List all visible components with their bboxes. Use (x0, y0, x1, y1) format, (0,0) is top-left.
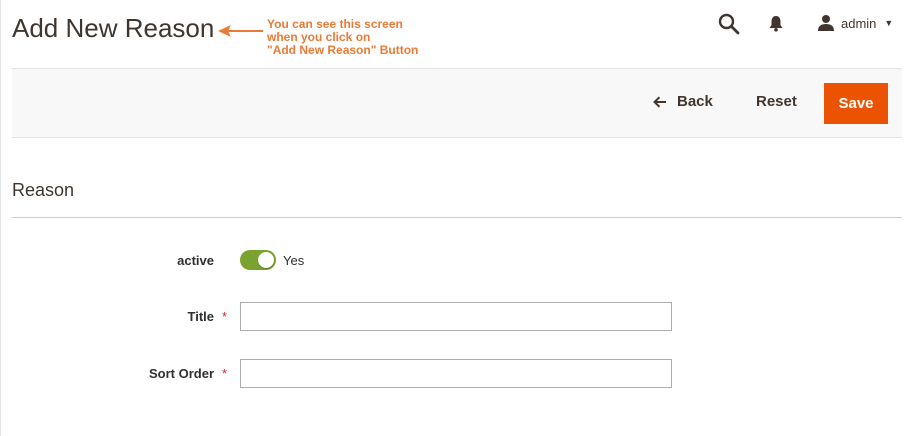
page-left-border (0, 0, 1, 436)
back-button-label: Back (677, 93, 713, 110)
title-label: Title (187, 309, 215, 324)
page-title: Add New Reason (12, 13, 215, 43)
active-state-text: Yes (283, 253, 305, 268)
account-name: admin (841, 15, 877, 31)
back-button[interactable]: Back (653, 93, 713, 110)
sort-order-label: Sort Order (148, 366, 214, 381)
toggle-knob (258, 252, 274, 268)
title-input[interactable] (240, 302, 672, 331)
required-mark: * (222, 309, 228, 324)
caret-down-icon: ▼ (884, 18, 894, 28)
page-actions-bar: Back Reset Save (12, 68, 902, 138)
annotation-line: "Add New Reason" Button (267, 43, 419, 57)
annotation-text: You can see this screen when you click o… (267, 18, 467, 57)
section-divider (12, 217, 902, 218)
reset-button[interactable]: Reset (756, 93, 797, 110)
section-title: Reason (12, 180, 75, 200)
account-menu[interactable]: admin ▼ (817, 14, 893, 32)
save-button[interactable]: Save (824, 83, 888, 124)
arrow-left-icon (653, 95, 666, 108)
bell-icon[interactable] (769, 15, 783, 32)
user-icon (818, 15, 834, 31)
search-icon[interactable] (718, 13, 740, 35)
sort-order-input[interactable] (240, 359, 672, 388)
arrow-left-icon (218, 25, 263, 37)
active-label: active (177, 253, 214, 268)
required-mark: * (222, 366, 228, 381)
active-toggle[interactable] (240, 250, 276, 270)
